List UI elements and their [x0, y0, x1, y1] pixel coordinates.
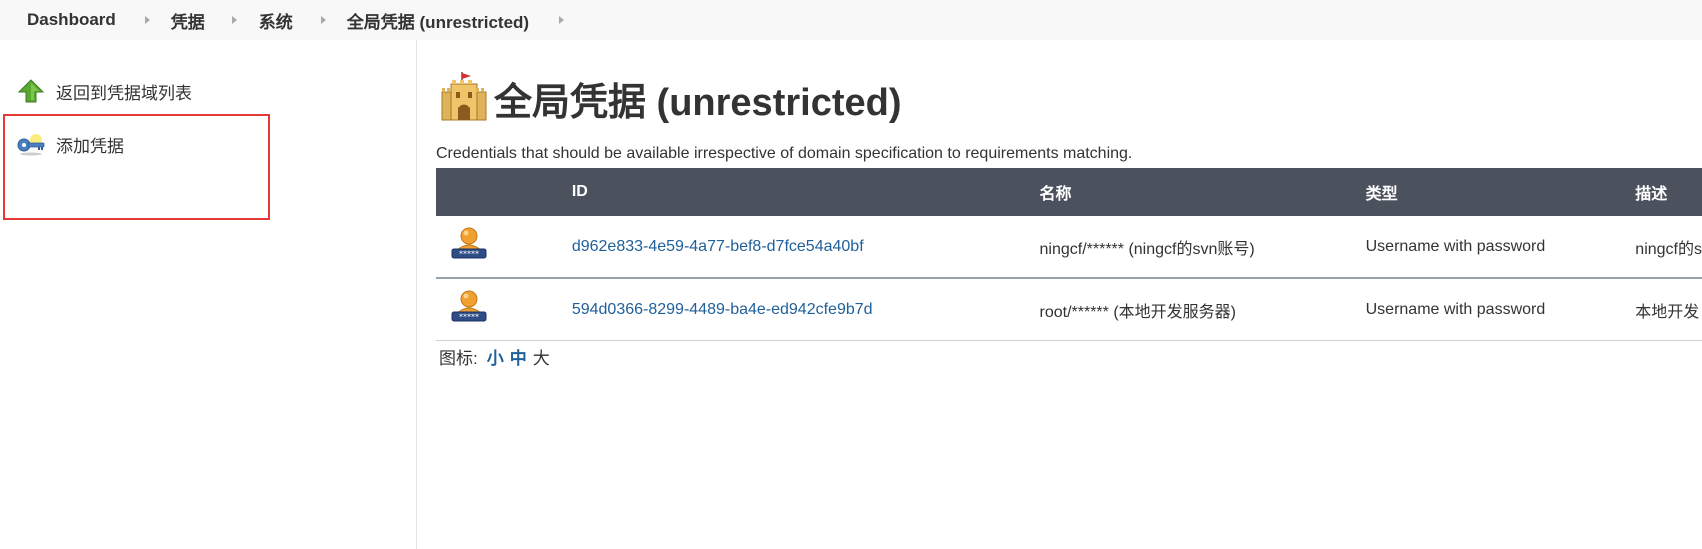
icon-size-small-link[interactable]: 小	[487, 344, 504, 369]
page-header: 全局凭据 (unrestricted)	[438, 70, 901, 127]
user-password-icon: *****	[436, 216, 572, 279]
icon-size-label: 图标:	[439, 349, 478, 368]
chevron-right-icon[interactable]	[320, 16, 326, 24]
credential-id-link[interactable]: 594d0366-8299-4489-ba4e-ed942cfe9b7d	[572, 301, 873, 318]
column-header-id[interactable]: ID	[571, 168, 1040, 216]
highlight-box	[3, 114, 270, 220]
table-row: ***** d962e833-4e59-4a77-bef8-d7fce54a40…	[436, 216, 1702, 279]
sidebar-item-back-to-domains[interactable]: 返回到凭据域列表	[16, 76, 192, 106]
breadcrumb: Dashboard 凭据 系统 全局凭据 (unrestricted)	[0, 0, 1702, 40]
icon-size-selector: 图标: 小 中 大	[439, 344, 550, 369]
user-password-icon: *****	[436, 278, 572, 341]
credential-type-cell: Username with password	[1365, 216, 1636, 279]
column-header-description[interactable]: 描述	[1635, 168, 1702, 216]
credential-id-link[interactable]: d962e833-4e59-4a77-bef8-d7fce54a40bf	[572, 238, 864, 255]
table-row: ***** 594d0366-8299-4489-ba4e-ed942cfe9b…	[436, 278, 1702, 341]
credential-id-cell: d962e833-4e59-4a77-bef8-d7fce54a40bf	[571, 216, 1040, 279]
column-header-name[interactable]: 名称	[1039, 168, 1366, 216]
credential-description-cell: ningcf的s	[1635, 216, 1702, 279]
breadcrumb-credentials[interactable]: 凭据	[171, 8, 205, 33]
credential-type-cell: Username with password	[1365, 278, 1636, 341]
credential-id-cell: 594d0366-8299-4489-ba4e-ed942cfe9b7d	[571, 278, 1040, 341]
up-arrow-icon	[16, 76, 46, 106]
column-header-type[interactable]: 类型	[1365, 168, 1636, 216]
credentials-table: ID 名称 类型 描述 ***** d962e833-4e59-4a77-bef…	[436, 168, 1702, 341]
credential-description-cell: 本地开发	[1635, 278, 1702, 341]
icon-size-medium-link[interactable]: 中	[510, 344, 527, 369]
credential-name-cell: ningcf/****** (ningcf的svn账号)	[1039, 216, 1366, 279]
column-header-icon	[436, 168, 572, 216]
breadcrumb-dashboard[interactable]: Dashboard	[27, 10, 116, 30]
page-title: 全局凭据 (unrestricted)	[494, 82, 902, 124]
icon-size-large-current: 大	[532, 349, 550, 368]
chevron-right-icon[interactable]	[231, 16, 237, 24]
svg-text:*****: *****	[459, 250, 479, 259]
breadcrumb-system[interactable]: 系统	[259, 8, 293, 33]
chevron-right-icon[interactable]	[559, 16, 565, 24]
chevron-right-icon[interactable]	[144, 16, 150, 24]
page-description: Credentials that should be available irr…	[436, 145, 1133, 162]
table-header-row: ID 名称 类型 描述	[436, 168, 1702, 216]
breadcrumb-global-credentials[interactable]: 全局凭据 (unrestricted)	[347, 8, 529, 33]
sidebar-item-label: 返回到凭据域列表	[56, 83, 192, 103]
svg-text:*****: *****	[459, 313, 479, 322]
credential-name-cell: root/****** (本地开发服务器)	[1039, 278, 1366, 341]
castle-icon	[438, 70, 490, 127]
